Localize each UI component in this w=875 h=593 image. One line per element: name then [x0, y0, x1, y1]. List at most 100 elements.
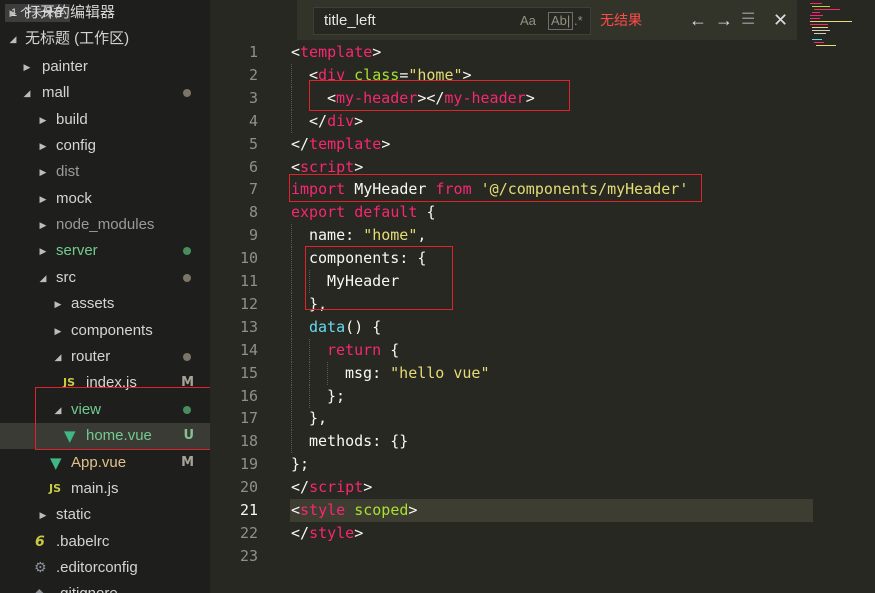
code-line[interactable]: 21 <style scoped>	[210, 499, 875, 522]
code-line[interactable]: 5 </template>	[210, 133, 875, 156]
line-number: 18	[239, 432, 258, 451]
modified-dot	[183, 274, 191, 282]
tree-item-static[interactable]: ▶ static	[0, 502, 210, 528]
code-token: };	[291, 455, 310, 474]
regex-toggle[interactable]: .*	[574, 12, 583, 30]
find-in-selection-button[interactable]: ☰	[741, 0, 755, 40]
line-number: 7	[248, 180, 258, 199]
code-line[interactable]: 19};	[210, 453, 875, 476]
indent-guide	[291, 384, 292, 408]
code-line[interactable]: 20 </script>	[210, 476, 875, 499]
line-number: 10	[239, 249, 258, 268]
code-line[interactable]: 15 msg: "hello vue"	[210, 361, 875, 385]
modified-dot	[183, 89, 191, 97]
tree-item-painter[interactable]: ▶ painter	[0, 54, 210, 80]
code-line[interactable]: 16};	[210, 384, 875, 408]
previous-match-button[interactable]: ←	[689, 0, 707, 40]
indent-guide	[291, 109, 292, 133]
tree-item-node-modules[interactable]: ▶ node_modules	[0, 212, 210, 238]
code-token: >	[363, 478, 373, 497]
code-text: msg: "hello vue"	[345, 362, 490, 385]
line-number: 1	[248, 43, 258, 61]
tree-item-dist[interactable]: ▶ dist	[0, 159, 210, 185]
tree-item-gitignore[interactable]: ◆ .gitignore	[0, 581, 210, 593]
code-token: msg	[345, 363, 373, 382]
indent-guide	[327, 361, 328, 385]
workspace-header[interactable]: ◢ 无标题 (工作区)	[0, 26, 210, 52]
whole-word-toggle[interactable]: Ab|	[548, 12, 574, 30]
code-token: default	[354, 203, 418, 222]
code-token: },	[309, 409, 328, 428]
code-token: :	[345, 226, 364, 245]
code-line[interactable]: 8 export default {	[210, 201, 875, 224]
tree-item-router[interactable]: ◢ router	[0, 344, 210, 370]
code-line[interactable]: 13 data() {	[210, 315, 875, 339]
find-input[interactable]: title_left Aa Ab| .*	[313, 7, 591, 35]
next-match-button[interactable]: →	[715, 0, 733, 40]
code-token: "hello vue"	[390, 363, 490, 382]
tree-item-label: mall	[42, 84, 70, 101]
code-line[interactable]: 23	[210, 545, 875, 568]
code-token: () {	[345, 317, 382, 336]
tree-item-server[interactable]: ▶ server	[0, 238, 210, 264]
line-number: 2	[248, 65, 258, 84]
indent-guide	[291, 247, 292, 271]
code-text: name: "home",	[309, 224, 426, 247]
tree-item-build[interactable]: ▶ build	[0, 107, 210, 133]
tree-item-components[interactable]: ▶ components	[0, 318, 210, 344]
tree-item-label: mock	[56, 190, 92, 207]
tree-item-assets[interactable]: ▶ assets	[0, 291, 210, 317]
line-number: 23	[239, 546, 258, 565]
code-line[interactable]: 1 <template>	[210, 41, 875, 64]
indent-guide	[309, 361, 310, 385]
open-editors-header[interactable]: ▶ 打开的编辑器 1 个未保存	[0, 0, 210, 26]
indent-guide	[291, 338, 292, 362]
code-token: </	[291, 478, 310, 497]
minimap[interactable]	[806, 0, 875, 60]
code-token: style	[300, 501, 346, 519]
indent-guide	[309, 338, 310, 362]
tree-item-babelrc[interactable]: 6 .babelrc	[0, 529, 210, 555]
code-token: {	[381, 340, 400, 359]
code-text: };	[291, 453, 309, 476]
close-find-button[interactable]: ✕	[773, 0, 788, 40]
code-token: >	[354, 523, 364, 542]
babel-icon: 6	[35, 534, 45, 550]
code-line[interactable]: 17},	[210, 407, 875, 431]
code-token: : {}	[372, 432, 409, 451]
tree-item-label: .editorconfig	[56, 559, 138, 576]
find-status: 无结果	[600, 12, 642, 28]
tree-item-label: static	[56, 506, 92, 523]
vue-file-icon: ▼	[50, 454, 62, 472]
code-line[interactable]: 9 name: "home",	[210, 224, 875, 248]
tree-item-label: config	[56, 137, 97, 154]
code-line[interactable]: 18 methods: {}	[210, 430, 875, 454]
chevron-right-icon: ▶	[39, 141, 47, 151]
line-number: 15	[239, 363, 258, 382]
tree-item-config[interactable]: ▶ config	[0, 133, 210, 159]
chevron-right-icon: ▶	[54, 299, 62, 309]
tree-item-editorconfig[interactable]: ⚙ .editorconfig	[0, 555, 210, 581]
line-number: 17	[239, 409, 258, 428]
tree-item-app-vue[interactable]: ▼ App.vue M	[0, 450, 210, 476]
code-line[interactable]: 22 </style>	[210, 522, 875, 545]
chevron-right-icon: ▶	[39, 220, 47, 230]
indent-guide	[309, 384, 310, 408]
line-number: 20	[239, 478, 258, 497]
code-text: return {	[327, 339, 399, 362]
code-line[interactable]: 4 </div>	[210, 109, 875, 133]
tree-item-src[interactable]: ◢ src	[0, 265, 210, 291]
code-token: <	[291, 43, 301, 61]
match-case-toggle[interactable]: Aa	[520, 12, 536, 30]
tree-item-mall[interactable]: ◢ mall	[0, 80, 210, 106]
code-token: template	[300, 43, 373, 61]
tree-item-label: components	[71, 322, 153, 339]
line-number: 13	[239, 317, 258, 336]
tree-item-mock[interactable]: ▶ mock	[0, 186, 210, 212]
code-token: methods	[309, 432, 373, 451]
code-line[interactable]: 14 return {	[210, 338, 875, 362]
line-number: 19	[239, 455, 258, 474]
tree-item-main-js[interactable]: JS main.js	[0, 476, 210, 502]
code-token: return	[327, 340, 382, 359]
